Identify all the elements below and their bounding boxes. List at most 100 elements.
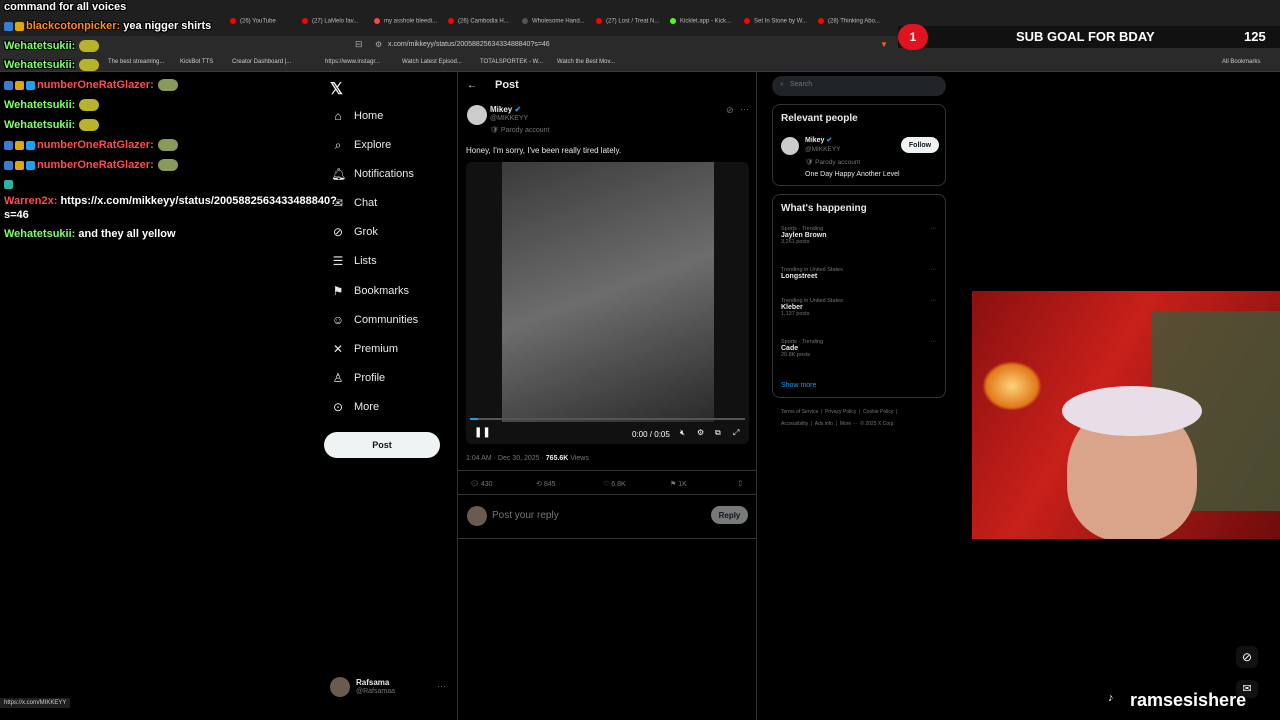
bookmark-icon: ⚑: [332, 284, 344, 298]
bookmark-star-icon[interactable]: ⊟: [355, 39, 363, 50]
emote-icon: [79, 40, 100, 53]
chat-message: Wehatetsukii: and they all yellow: [4, 228, 176, 240]
browser-tab[interactable]: (27) LaMelo fav...: [302, 18, 372, 34]
more-options-icon[interactable]: ···: [740, 104, 749, 114]
footer-links[interactable]: Terms of Service | Privacy Policy | Cook…: [781, 409, 897, 415]
back-arrow-icon[interactable]: ←: [467, 80, 477, 91]
nav-label: Explore: [354, 139, 392, 151]
post-text: Honey, I'm sorry, I've been really tired…: [466, 146, 622, 155]
trend-item[interactable]: Trending in United States Longstreet: [781, 267, 843, 280]
bookmark-item[interactable]: Creator Dashboard |...: [232, 59, 291, 65]
post-button[interactable]: Post: [324, 432, 440, 458]
nav-bookmarks[interactable]: ⚑ Bookmarks: [331, 284, 409, 298]
fullscreen-icon[interactable]: ⤢: [733, 428, 739, 438]
person-name[interactable]: Mikey ✔: [805, 136, 832, 144]
pause-icon[interactable]: ❚❚: [474, 427, 491, 438]
brave-shield-icon[interactable]: ▼: [880, 40, 888, 49]
chat-message: Wehatetsukii:: [4, 119, 100, 132]
author-name[interactable]: Mikey ✔: [490, 105, 521, 114]
chat-user: Wehatetsukii:: [4, 99, 76, 111]
x-logo-icon[interactable]: 𝕏: [330, 79, 343, 99]
trend-item[interactable]: Trending in United States Kleber 1,137 p…: [781, 298, 843, 317]
trend-more-icon[interactable]: ···: [930, 266, 937, 273]
chat-user: Wehatetsukii:: [4, 119, 76, 131]
browser-tab[interactable]: Set In Stone by W...: [744, 18, 814, 34]
trend-item[interactable]: Sports · Trending Jaylen Brown 3,261 pos…: [781, 226, 827, 245]
sub-count-badge: 1: [898, 24, 928, 50]
browser-tab[interactable]: (28) Thinking Abo...: [818, 18, 888, 34]
video-progress-bar[interactable]: [470, 418, 745, 420]
browser-tab[interactable]: (26) Cambodia H...: [448, 18, 518, 34]
bookmark-item[interactable]: https://www.instagr...: [325, 59, 380, 65]
bookmark-item[interactable]: Watch Latest Episod...: [402, 59, 462, 65]
settings-icon[interactable]: ⚙: [697, 428, 704, 437]
browser-tab[interactable]: my asshole bleedi...: [374, 18, 444, 34]
trend-posts: 1,137 posts: [781, 311, 810, 317]
badge-icon: [4, 21, 13, 31]
nav-grok[interactable]: ⊘ Grok: [331, 225, 378, 239]
person-avatar[interactable]: [781, 137, 799, 155]
mute-icon[interactable]: 🔇︎: [680, 428, 685, 438]
trend-title: Kleber: [781, 304, 803, 311]
author-avatar[interactable]: [467, 105, 487, 125]
pip-icon[interactable]: ⧉: [715, 428, 721, 438]
like-action[interactable]: ♡ 6.8K: [603, 480, 626, 488]
browser-tab[interactable]: Wholesome Hand...: [522, 18, 592, 34]
trend-more-icon[interactable]: ···: [930, 338, 937, 345]
trend-item[interactable]: Sports · Trending Cade 20.8K posts: [781, 339, 823, 358]
chat-message: numberOneRatGlazer:: [4, 159, 178, 172]
bookmark-item[interactable]: KickBot TTS: [180, 59, 213, 65]
browser-tab[interactable]: (27) Lost / Treat N...: [596, 18, 666, 34]
browser-tab[interactable]: (26) YouTube: [230, 18, 300, 34]
bookmark-icon: ⚑: [670, 481, 677, 488]
person-parody: 🛡︎ Parody account: [805, 159, 861, 166]
account-menu-icon[interactable]: ···: [437, 681, 446, 691]
nav-label: Communities: [354, 314, 419, 326]
show-more-link[interactable]: Show more: [781, 382, 816, 389]
grok-icon[interactable]: ⊘: [1236, 646, 1258, 668]
follow-button[interactable]: Follow: [901, 137, 939, 153]
nav-more[interactable]: ⊙ More: [331, 400, 379, 414]
trend-more-icon[interactable]: ···: [930, 297, 937, 304]
chat-message: numberOneRatGlazer:: [4, 139, 178, 152]
nav-label: Bookmarks: [354, 285, 410, 297]
site-info-icon[interactable]: ⚙: [375, 40, 382, 49]
nav-explore[interactable]: ⌕ Explore: [331, 138, 392, 152]
reply-avatar: [467, 506, 487, 526]
all-bookmarks[interactable]: All Bookmarks: [1222, 59, 1260, 65]
bookmark-item[interactable]: TOTALSPORTEK - W...: [480, 59, 543, 65]
reply-button[interactable]: Reply: [711, 506, 748, 524]
nav-profile[interactable]: ♙ Profile: [331, 371, 386, 385]
bookmark-item[interactable]: Watch the Best Mov...: [557, 59, 615, 65]
chat-message: Wehatetsukii:: [4, 59, 100, 72]
nav-communities[interactable]: ☺ Communities: [331, 313, 418, 327]
footer-links[interactable]: Accessibility | Ads info | More ··· © 20…: [781, 421, 895, 427]
browser-tab[interactable]: Kicklet.app - Kick...: [670, 18, 740, 34]
search-placeholder: Search: [790, 81, 813, 88]
nav-home[interactable]: ⌂ Home: [331, 109, 383, 123]
trend-title: Jaylen Brown: [781, 232, 827, 239]
trend-more-icon[interactable]: ···: [930, 225, 937, 232]
nav-premium[interactable]: ✕ Premium: [331, 342, 398, 356]
grok-icon: ⊘: [332, 225, 344, 239]
nav-lists[interactable]: ☰ Lists: [331, 254, 377, 268]
bookmark-action[interactable]: ⚑ 1K: [670, 480, 687, 488]
video-frame: [502, 162, 714, 422]
url-text[interactable]: x.com/mikkeyy/status/2005882563433488840…: [388, 41, 550, 48]
grok-icon[interactable]: ⊘: [726, 105, 734, 116]
nav-notifications[interactable]: 🔔︎ Notifications: [331, 167, 414, 181]
repost-action[interactable]: ⟲ 845: [536, 480, 556, 488]
nav-label: Profile: [354, 372, 386, 384]
streamer-hat: [1062, 386, 1202, 436]
search-input[interactable]: ⌕ Search: [772, 76, 946, 96]
avatar[interactable]: [330, 677, 350, 697]
share-icon[interactable]: ⇧: [737, 479, 744, 488]
chat-user: numberOneRatGlazer:: [37, 139, 154, 151]
account-handle: @Rafsamaa: [356, 688, 396, 695]
bookmark-item[interactable]: The best streaming...: [108, 59, 164, 65]
chat-user: numberOneRatGlazer:: [37, 159, 154, 171]
reply-input[interactable]: Post your reply: [492, 510, 559, 521]
reply-action[interactable]: 💬︎ 430: [470, 480, 493, 488]
account-name[interactable]: Rafsama: [356, 678, 389, 687]
video-player[interactable]: ❚❚ 0:00 / 0:05 🔇︎ ⚙ ⧉ ⤢: [466, 162, 749, 444]
